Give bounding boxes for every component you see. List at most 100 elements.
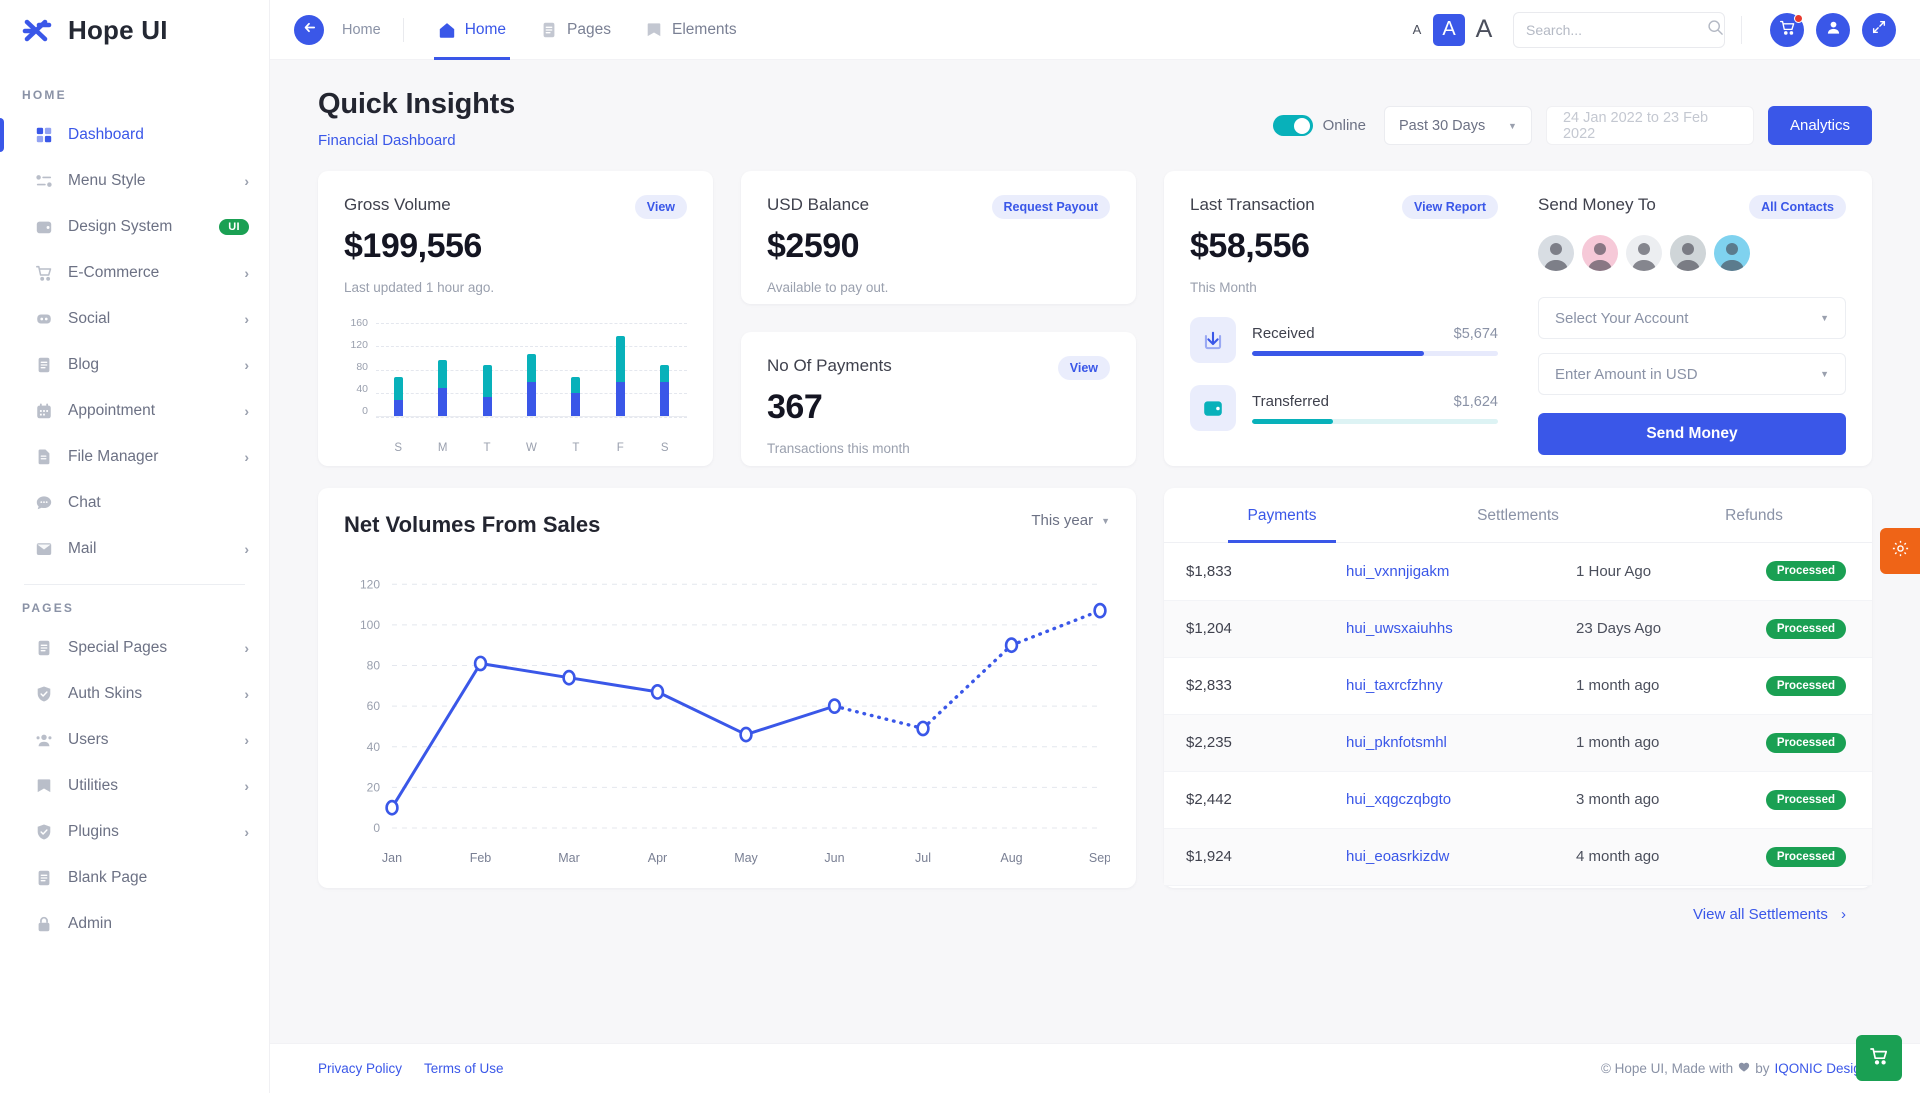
bar-chart-bar <box>571 376 581 416</box>
line-chart-y-tick: 120 <box>360 577 380 591</box>
tab-settlements[interactable]: Settlements <box>1400 488 1636 542</box>
nav-tab-pages[interactable]: Pages <box>540 0 611 60</box>
sidebar-item-label: Users <box>68 731 109 748</box>
sidebar-item-chat[interactable]: Chat <box>0 480 269 526</box>
tab-payments[interactable]: Payments <box>1164 488 1400 542</box>
sidebar-item-file-manager[interactable]: File Manager › <box>0 434 269 480</box>
no-of-payments-header: No Of Payments View <box>767 356 1110 380</box>
user-icon <box>1825 19 1842 41</box>
row-id[interactable]: hui_pknfotsmhl <box>1324 714 1554 772</box>
nav-tab-elements[interactable]: Elements <box>645 0 737 60</box>
last-transaction-note: This Month <box>1190 280 1257 295</box>
font-size-small[interactable]: A <box>1407 20 1427 40</box>
avatar[interactable] <box>1538 235 1574 271</box>
row-id-link[interactable]: hui_xqgczqbgto <box>1346 791 1451 808</box>
cart-button[interactable] <box>1770 12 1804 47</box>
chevron-right-icon: › <box>244 173 249 189</box>
page-subtitle[interactable]: Financial Dashboard <box>318 132 515 149</box>
sidebar-item-dashboard[interactable]: Dashboard <box>0 112 269 158</box>
page-title: Quick Insights <box>318 88 516 120</box>
row-id[interactable]: hui_eoasrkizdw <box>1324 828 1554 886</box>
avatar[interactable] <box>1670 235 1706 271</box>
profile-button[interactable] <box>1816 12 1850 47</box>
footer-link-terms-of-use[interactable]: Terms of Use <box>424 1061 504 1076</box>
amount-field[interactable]: Enter Amount in USD ▼ <box>1538 353 1846 395</box>
all-contacts-button[interactable]: All Contacts <box>1749 195 1846 219</box>
settings-fab[interactable] <box>1880 528 1920 574</box>
table-row[interactable]: $1,204 hui_uwsxaiuhhs 23 Days Ago Proces… <box>1164 600 1872 658</box>
usd-balance-header: USD Balance Request Payout <box>767 195 1110 219</box>
brand-name: Hope UI <box>68 14 168 45</box>
table-row[interactable]: $1,833 hui_vxnnjigakm 1 Hour Ago Process… <box>1164 543 1872 601</box>
online-toggle[interactable] <box>1272 115 1313 136</box>
bar-segment-lower <box>482 396 492 416</box>
sidebar-item-design-system[interactable]: Design System UI <box>0 204 269 250</box>
date-range-input[interactable]: 24 Jan 2022 to 23 Feb 2022 <box>1545 106 1754 145</box>
analytics-button[interactable]: Analytics <box>1767 106 1872 145</box>
row-id[interactable]: hui_uwsxaiuhhs <box>1324 600 1554 658</box>
net-volumes-range-select[interactable]: This year ▼ <box>1031 512 1110 529</box>
sidebar-item-auth-skins[interactable]: Auth Skins › <box>0 671 269 717</box>
row-id-link[interactable]: hui_uwsxaiuhhs <box>1346 620 1453 637</box>
row-id[interactable]: hui_xqgczqbgto <box>1324 771 1554 829</box>
bar-chart-bar <box>438 359 448 416</box>
footer-link-privacy-policy[interactable]: Privacy Policy <box>318 1061 402 1076</box>
sidebar-item-e-commerce[interactable]: E-Commerce › <box>0 250 269 296</box>
sidebar-item-utilities[interactable]: Utilities › <box>0 763 269 809</box>
sidebar-item-mail[interactable]: Mail › <box>0 526 269 572</box>
row-id-link[interactable]: hui_vxnnjigakm <box>1346 563 1449 580</box>
send-money-button[interactable]: Send Money <box>1538 413 1846 455</box>
row-id[interactable]: hui_vxnnjigakm <box>1324 543 1554 601</box>
search-box[interactable] <box>1513 11 1725 48</box>
line-chart-x-tick: May <box>734 851 758 865</box>
search-input[interactable] <box>1526 21 1707 38</box>
no-of-payments-view-button[interactable]: View <box>1057 356 1110 380</box>
row-status: Processed <box>1698 600 1872 658</box>
sidebar-item-blog[interactable]: Blog › <box>0 342 269 388</box>
fullscreen-button[interactable] <box>1862 12 1896 47</box>
avatar[interactable] <box>1582 235 1618 271</box>
row-id[interactable]: hui_taxrcfzhny <box>1324 657 1554 715</box>
table-row[interactable]: $2,442 hui_xqgczqbgto 3 month ago Proces… <box>1164 771 1872 829</box>
bar-segment-lower <box>660 381 670 416</box>
brand[interactable]: Hope UI <box>0 0 269 60</box>
sidebar-item-social[interactable]: Social › <box>0 296 269 342</box>
back-button[interactable] <box>294 14 324 45</box>
sidebar-item-admin[interactable]: Admin <box>0 901 269 947</box>
table-row[interactable]: $2,235 hui_pknfotsmhl 1 month ago Proces… <box>1164 714 1872 772</box>
usd-balance-title: USD Balance <box>767 195 870 214</box>
sidebar-item-label: Menu Style <box>68 172 146 189</box>
tab-refunds[interactable]: Refunds <box>1636 488 1872 542</box>
select-account-field[interactable]: Select Your Account ▼ <box>1538 297 1846 339</box>
view-report-button[interactable]: View Report <box>1401 195 1498 219</box>
chevron-right-icon: › <box>244 824 249 840</box>
table-row[interactable]: $2,833 hui_taxrcfzhny 1 month ago Proces… <box>1164 657 1872 715</box>
font-size-medium[interactable]: A <box>1433 13 1465 46</box>
sidebar-item-plugins[interactable]: Plugins › <box>0 809 269 855</box>
avatar[interactable] <box>1626 235 1662 271</box>
bar-chart-y-tick: 80 <box>356 361 368 373</box>
cart-fab[interactable] <box>1856 1035 1902 1081</box>
sidebar-item-special-pages[interactable]: Special Pages › <box>0 625 269 671</box>
row-id-link[interactable]: hui_pknfotsmhl <box>1346 734 1447 751</box>
breadcrumb[interactable]: Home <box>342 22 381 38</box>
sidebar-item-users[interactable]: Users › <box>0 717 269 763</box>
footer-links: Privacy Policy Terms of Use <box>318 1061 504 1076</box>
row-id-link[interactable]: hui_eoasrkizdw <box>1346 848 1449 865</box>
request-payout-button[interactable]: Request Payout <box>991 195 1110 219</box>
font-size-large[interactable]: A <box>1471 15 1497 44</box>
search-icon[interactable] <box>1707 19 1724 41</box>
avatar[interactable] <box>1714 235 1750 271</box>
sidebar-item-appointment[interactable]: Appointment › <box>0 388 269 434</box>
view-all-settlements-link[interactable]: View all Settlements › <box>1164 886 1872 945</box>
row-time: 23 Days Ago <box>1554 600 1699 658</box>
status-badge: Processed <box>1765 618 1846 639</box>
nav-tab-home[interactable]: Home <box>433 0 511 60</box>
sidebar-item-blank-page[interactable]: Blank Page <box>0 855 269 901</box>
chevron-down-icon: ▼ <box>1820 369 1829 379</box>
range-select[interactable]: Past 30 Days ▼ <box>1383 106 1532 145</box>
row-id-link[interactable]: hui_taxrcfzhny <box>1346 677 1443 694</box>
table-row[interactable]: $1,924 hui_eoasrkizdw 4 month ago Proces… <box>1164 828 1872 886</box>
gross-volume-view-button[interactable]: View <box>634 195 687 219</box>
sidebar-item-menu-style[interactable]: Menu Style › <box>0 158 269 204</box>
